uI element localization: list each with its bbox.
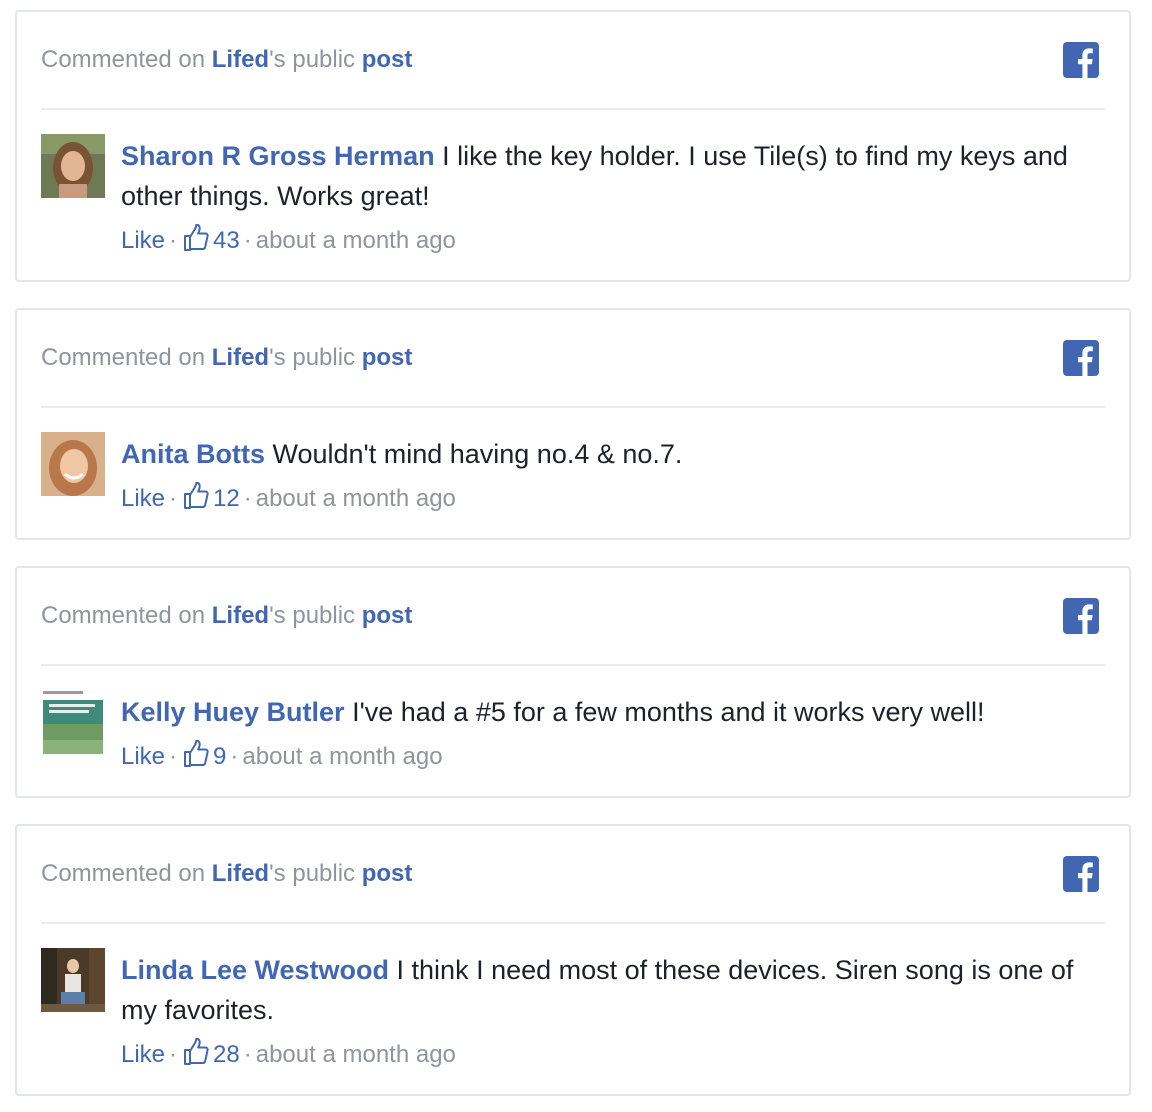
card-header: Commented on Lifed's public post (41, 310, 1105, 408)
post-link[interactable]: post (362, 602, 413, 629)
separator: · (243, 485, 252, 512)
timestamp[interactable]: about a month ago (242, 743, 442, 770)
avatar[interactable] (41, 134, 105, 198)
timestamp[interactable]: about a month ago (256, 485, 456, 512)
separator: · (169, 485, 178, 512)
card-header: Commented on Lifed's public post (41, 826, 1105, 924)
avatar[interactable] (41, 690, 105, 754)
separator: · (230, 743, 239, 770)
header-middle: 's public (269, 344, 362, 371)
like-button[interactable]: Like (121, 485, 165, 512)
comment-body: Kelly Huey Butler I've had a #5 for a fe… (121, 692, 1105, 732)
like-button[interactable]: Like (121, 1041, 165, 1068)
header-prefix: Commented on (41, 860, 212, 887)
header-text: Commented on Lifed's public post (41, 44, 412, 76)
like-button[interactable]: Like (121, 227, 165, 254)
post-link[interactable]: post (362, 860, 413, 887)
comment-card: Commented on Lifed's public post Anita B… (15, 308, 1131, 540)
facebook-icon[interactable] (1063, 42, 1099, 78)
post-link[interactable]: post (362, 46, 413, 73)
header-text: Commented on Lifed's public post (41, 342, 412, 374)
header-middle: 's public (269, 46, 362, 73)
comment-meta: Like · 43 · about a month ago (121, 224, 456, 257)
author-link[interactable]: Anita Botts (121, 439, 265, 469)
comment-text: Wouldn't mind having no.4 & no.7. (265, 439, 683, 469)
comment-meta: Like · 28 · about a month ago (121, 1038, 456, 1071)
like-count: 43 (213, 227, 240, 254)
timestamp[interactable]: about a month ago (256, 1041, 456, 1068)
header-prefix: Commented on (41, 344, 212, 371)
comment-card: Commented on Lifed's public post Kelly H… (15, 566, 1131, 798)
author-link[interactable]: Linda Lee Westwood (121, 955, 389, 985)
post-link[interactable]: post (362, 344, 413, 371)
thumbs-up-icon (184, 224, 209, 251)
author-link[interactable]: Kelly Huey Butler (121, 697, 345, 727)
avatar[interactable] (41, 948, 105, 1012)
avatar[interactable] (41, 432, 105, 496)
separator: · (243, 1041, 252, 1068)
separator: · (169, 227, 178, 254)
header-text: Commented on Lifed's public post (41, 858, 412, 890)
facebook-icon[interactable] (1063, 856, 1099, 892)
like-count: 12 (213, 485, 240, 512)
separator: · (243, 227, 252, 254)
header-middle: 's public (269, 860, 362, 887)
comment-meta: Like · 12 · about a month ago (121, 482, 456, 515)
separator: · (169, 743, 178, 770)
facebook-icon[interactable] (1063, 598, 1099, 634)
comment-body: Linda Lee Westwood I think I need most o… (121, 950, 1105, 1030)
comment-text: I've had a #5 for a few months and it wo… (344, 697, 985, 727)
page-link[interactable]: Lifed (212, 46, 269, 73)
comment-body: Anita Botts Wouldn't mind having no.4 & … (121, 434, 1105, 474)
thumbs-up-icon (184, 740, 209, 767)
comment-card: Commented on Lifed's public post Linda L… (15, 824, 1131, 1096)
card-header: Commented on Lifed's public post (41, 12, 1105, 110)
page-link[interactable]: Lifed (212, 602, 269, 629)
facebook-icon[interactable] (1063, 340, 1099, 376)
thumbs-up-icon (184, 482, 209, 509)
page-link[interactable]: Lifed (212, 344, 269, 371)
page-link[interactable]: Lifed (212, 860, 269, 887)
comment-card: Commented on Lifed's public post Sharon … (15, 10, 1131, 282)
card-header: Commented on Lifed's public post (41, 568, 1105, 666)
author-link[interactable]: Sharon R Gross Herman (121, 141, 435, 171)
comment-body: Sharon R Gross Herman I like the key hol… (121, 136, 1105, 216)
like-count: 9 (213, 743, 227, 770)
header-prefix: Commented on (41, 46, 212, 73)
like-button[interactable]: Like (121, 743, 165, 770)
thumbs-up-icon (184, 1038, 209, 1065)
separator: · (169, 1041, 178, 1068)
comment-meta: Like · 9 · about a month ago (121, 740, 443, 773)
timestamp[interactable]: about a month ago (256, 227, 456, 254)
like-count: 28 (213, 1041, 240, 1068)
header-text: Commented on Lifed's public post (41, 600, 412, 632)
header-prefix: Commented on (41, 602, 212, 629)
header-middle: 's public (269, 602, 362, 629)
